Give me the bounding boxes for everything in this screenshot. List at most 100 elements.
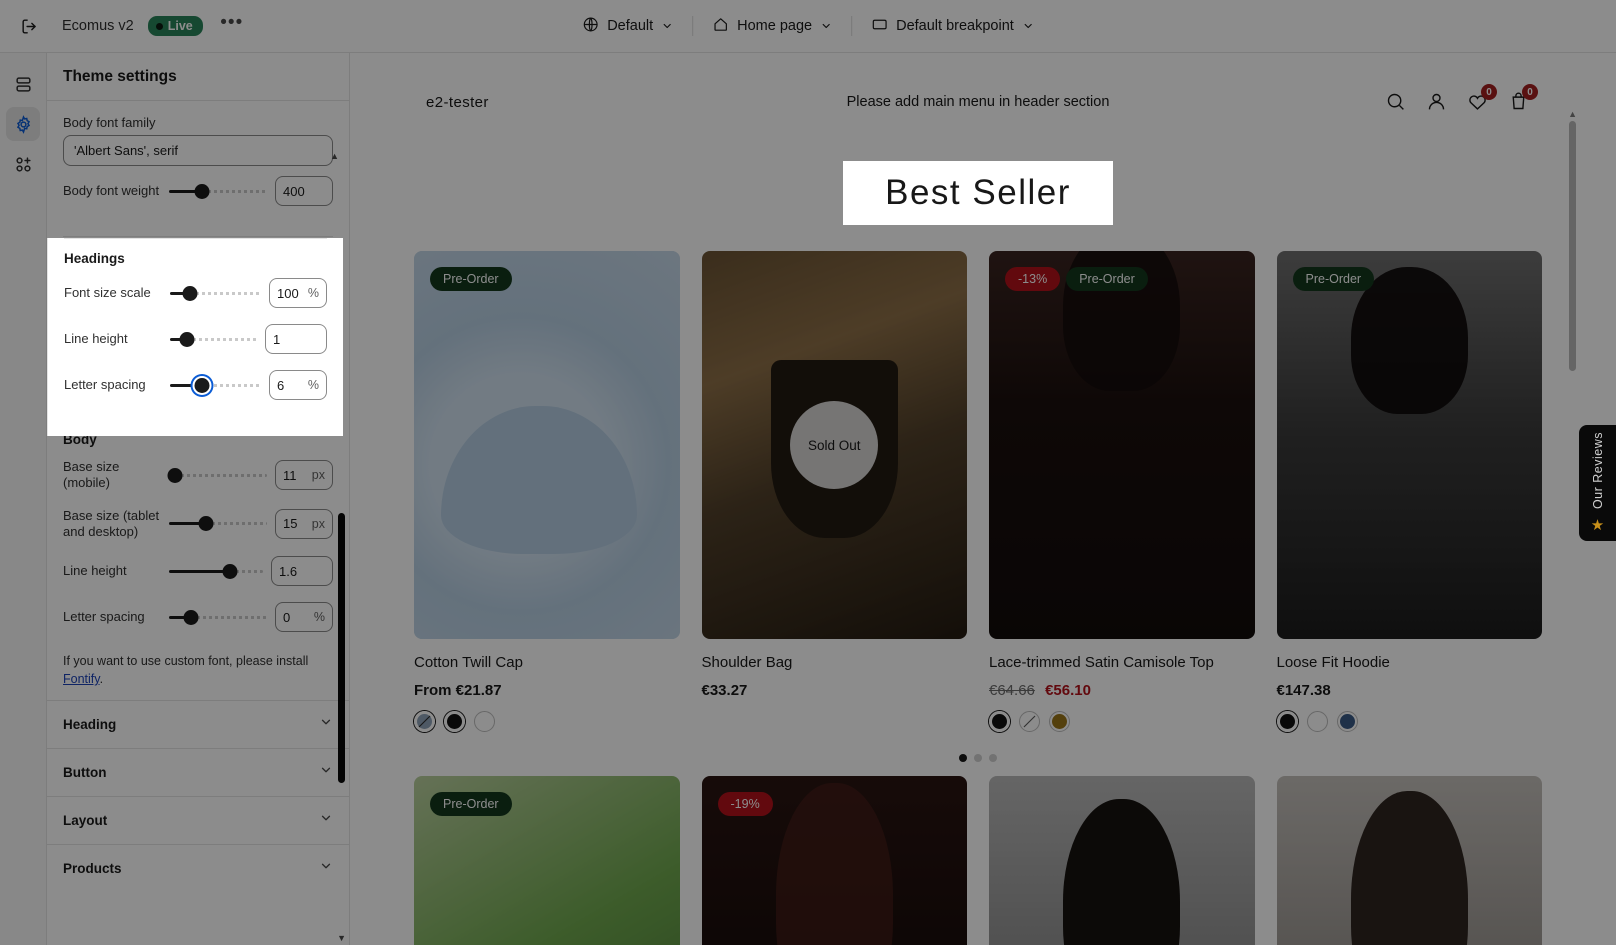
- product-badges: -19%: [717, 791, 773, 816]
- body-base-size-desktop-slider[interactable]: [169, 515, 267, 533]
- body-font-weight-slider[interactable]: [169, 182, 267, 200]
- cart-icon[interactable]: 0: [1508, 84, 1538, 113]
- body-letter-spacing-value[interactable]: 0 %: [275, 602, 333, 632]
- wishlist-icon[interactable]: 0: [1467, 84, 1497, 113]
- divider: [851, 16, 853, 36]
- product-card[interactable]: [989, 775, 1255, 945]
- product-name[interactable]: Shoulder Bag: [702, 653, 968, 673]
- color-swatch[interactable]: [1336, 710, 1358, 732]
- language-selector[interactable]: Default: [573, 10, 682, 43]
- color-swatch[interactable]: [1276, 710, 1298, 732]
- live-label: Live: [167, 19, 193, 33]
- status-badge: Live: [147, 16, 203, 36]
- product-image[interactable]: Sold Out: [701, 251, 967, 639]
- gear-icon[interactable]: [6, 107, 40, 141]
- product-card[interactable]: Pre-Order: [414, 775, 680, 945]
- product-image[interactable]: -19%: [701, 775, 967, 945]
- top-bar-center: Default Home page Default breakpoint: [573, 0, 1043, 52]
- color-swatch[interactable]: [1306, 710, 1328, 732]
- headings-letter-spacing-slider[interactable]: [170, 376, 261, 394]
- product-name[interactable]: Lace-trimmed Satin Camisole Top: [989, 653, 1255, 673]
- body-line-height-value[interactable]: 1.6: [271, 556, 333, 586]
- headings-font-size-scale-slider[interactable]: [170, 284, 261, 302]
- carousel-dot[interactable]: [989, 753, 997, 762]
- account-icon[interactable]: [1426, 91, 1448, 113]
- body-base-size-mobile-slider[interactable]: [167, 466, 267, 484]
- product-image[interactable]: -13% Pre-Order: [989, 251, 1255, 639]
- product-badges: Pre-Order: [1292, 267, 1375, 291]
- body-letter-spacing-slider[interactable]: [169, 608, 267, 626]
- color-swatch[interactable]: [1049, 710, 1070, 732]
- preview-scrollbar[interactable]: [1569, 121, 1576, 371]
- product-card[interactable]: Pre-Order Cotton Twill Cap From €21.87: [414, 251, 680, 732]
- header-actions: 0 0: [1385, 84, 1538, 113]
- section-title[interactable]: Best Seller: [843, 161, 1113, 225]
- headings-line-height-slider[interactable]: [170, 330, 257, 348]
- more-options-button[interactable]: •••: [217, 11, 247, 41]
- body-line-height-slider[interactable]: [169, 562, 263, 580]
- product-card[interactable]: Sold Out Shoulder Bag €33.27: [701, 251, 968, 732]
- color-swatches: [414, 710, 680, 732]
- product-card[interactable]: Pre-Order Loose Fit Hoodie €147.38: [1276, 251, 1543, 732]
- page-selector[interactable]: Home page: [703, 10, 841, 43]
- product-image[interactable]: [1276, 775, 1542, 945]
- headings-letter-spacing-value[interactable]: 6 %: [269, 370, 327, 400]
- product-name[interactable]: Cotton Twill Cap: [414, 653, 680, 673]
- accordion-button-label: Button: [63, 765, 107, 781]
- top-bar-left: Ecomus v2 Live •••: [0, 11, 247, 41]
- product-image[interactable]: Pre-Order: [414, 775, 680, 945]
- color-swatch[interactable]: [1019, 710, 1040, 732]
- product-price: €147.38: [1276, 681, 1331, 699]
- body-font-family-label: Body font family: [63, 115, 156, 130]
- preview-scroll-up-icon[interactable]: ▲: [1568, 109, 1577, 119]
- label: Base size (mobile): [63, 459, 120, 491]
- apps-icon[interactable]: [6, 147, 40, 181]
- product-image[interactable]: Pre-Order: [414, 251, 680, 639]
- headings-font-size-scale-value[interactable]: 100 %: [269, 278, 327, 308]
- value-text: 1: [273, 331, 281, 347]
- accordion-button[interactable]: Button: [47, 748, 349, 796]
- color-swatch[interactable]: [444, 710, 465, 732]
- sections-icon[interactable]: [6, 67, 40, 101]
- our-reviews-tab[interactable]: Our Reviews ★: [1579, 425, 1616, 541]
- headings-letter-spacing-label: Letter spacing: [64, 376, 146, 392]
- panel-scrollbar[interactable]: [338, 513, 345, 783]
- shop-logo[interactable]: e2-tester: [426, 94, 489, 111]
- cart-count-badge: 0: [1522, 84, 1538, 100]
- fontify-link[interactable]: Fontify: [63, 672, 100, 686]
- body-base-size-desktop-value[interactable]: 15 px: [275, 508, 333, 539]
- product-image[interactable]: Pre-Order: [1276, 251, 1542, 639]
- value-text: 11: [283, 467, 297, 483]
- carousel-dot[interactable]: [974, 753, 982, 762]
- product-card[interactable]: [1276, 775, 1542, 945]
- product-card[interactable]: -19%: [701, 775, 967, 945]
- carousel-dot[interactable]: [959, 753, 967, 762]
- product-price: €33.27: [701, 681, 748, 699]
- color-swatch[interactable]: [474, 710, 495, 732]
- product-image[interactable]: [989, 775, 1255, 945]
- headings-title: Headings: [64, 251, 125, 266]
- label: Line height: [63, 562, 127, 578]
- body-base-size-mobile-value[interactable]: 11 px: [275, 460, 333, 491]
- accordion-layout[interactable]: Layout: [47, 796, 349, 844]
- headings-line-height-value[interactable]: 1: [265, 324, 327, 354]
- accordion-products[interactable]: Products: [47, 844, 349, 892]
- body-font-family-input[interactable]: [63, 135, 333, 166]
- scroll-down-icon[interactable]: ▼: [337, 933, 346, 943]
- search-icon[interactable]: [1385, 91, 1407, 113]
- color-swatch[interactable]: [989, 710, 1010, 732]
- breakpoint-selector[interactable]: Default breakpoint: [862, 10, 1043, 43]
- carousel-dots: [378, 753, 1578, 762]
- product-card[interactable]: -13% Pre-Order Lace-trimmed Satin Camiso…: [989, 251, 1255, 732]
- our-reviews-label: Our Reviews: [1590, 432, 1605, 510]
- exit-icon[interactable]: [14, 11, 44, 41]
- sold-out-badge: Sold Out: [790, 401, 879, 489]
- color-swatch[interactable]: [414, 710, 435, 732]
- live-dot-icon: [155, 22, 163, 30]
- body-font-weight-value[interactable]: 400: [275, 176, 333, 206]
- scroll-up-icon[interactable]: ▲: [330, 151, 339, 161]
- product-name[interactable]: Loose Fit Hoodie: [1277, 653, 1543, 673]
- divider: [63, 236, 333, 237]
- accordion-heading[interactable]: Heading: [47, 700, 349, 748]
- breakpoint-selector-label: Default breakpoint: [896, 18, 1014, 34]
